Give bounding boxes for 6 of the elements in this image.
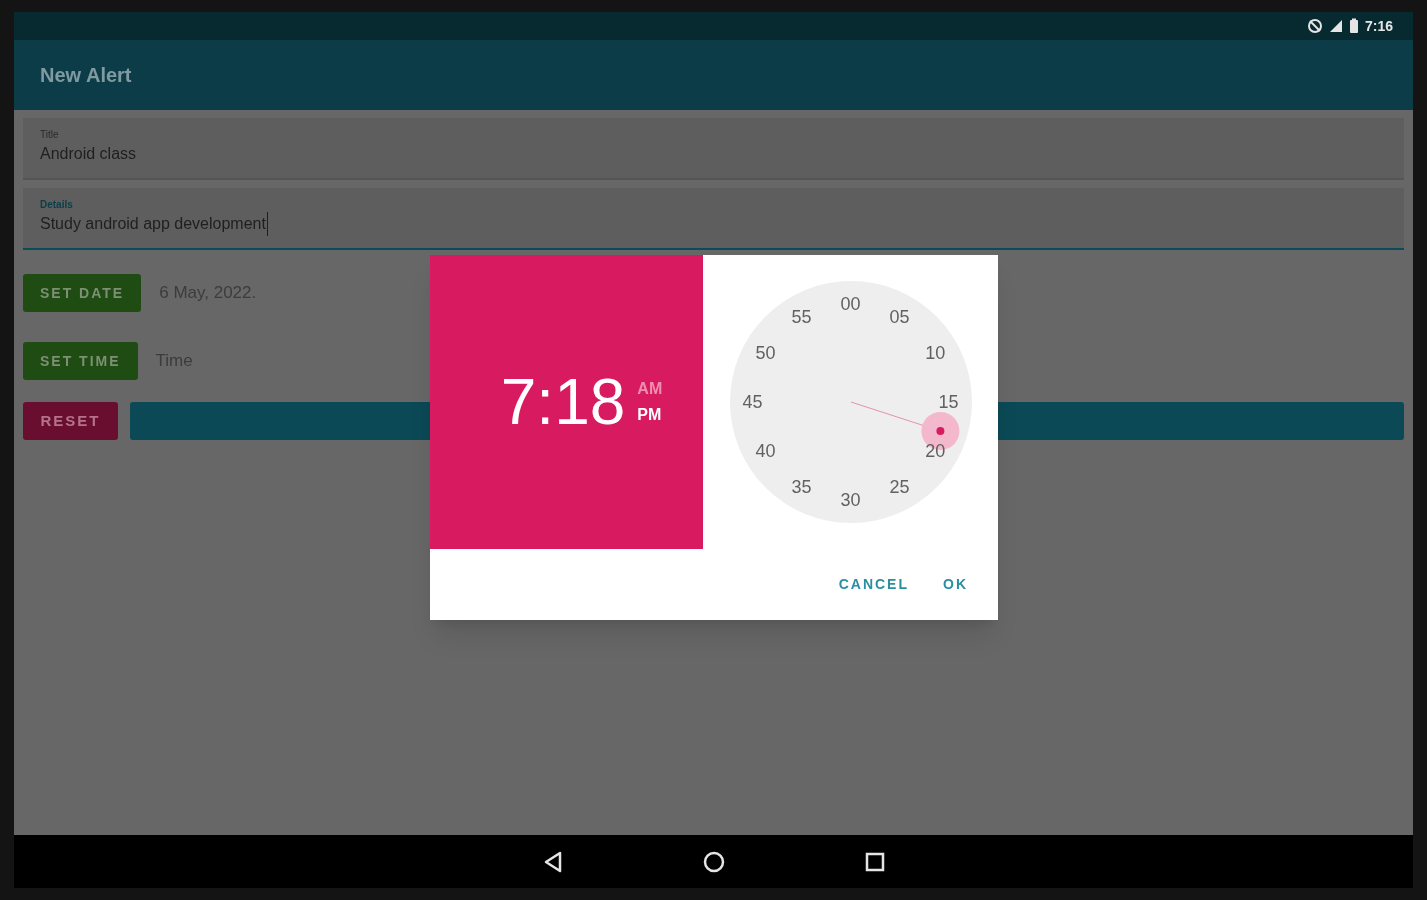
- field-value: Study android app development: [40, 212, 268, 236]
- field-value: Android class: [40, 144, 137, 164]
- app-title: New Alert: [40, 63, 132, 88]
- field-label: Details: [40, 200, 74, 210]
- time-separator: :: [536, 370, 555, 434]
- status-time: 7:16: [1364, 16, 1393, 36]
